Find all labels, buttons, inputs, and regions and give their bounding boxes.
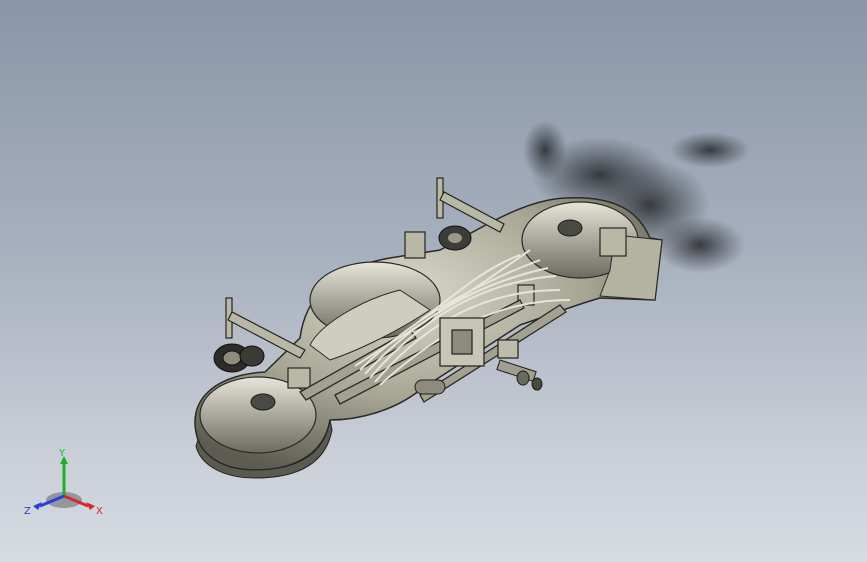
coordinate-triad: Y X Z	[22, 448, 106, 528]
mower-deck-model[interactable]	[194, 177, 663, 479]
y-axis-label: Y	[58, 448, 66, 459]
x-axis-label: X	[96, 506, 103, 517]
z-axis-label: Z	[24, 506, 31, 517]
pto-shaft	[496, 359, 543, 391]
right-spindle	[557, 219, 583, 237]
left-spindle	[250, 393, 276, 411]
graphics-viewport[interactable]	[0, 0, 867, 562]
gauge-wheel-left	[213, 343, 265, 373]
center-pulley	[438, 225, 472, 251]
front-roller	[414, 379, 446, 395]
